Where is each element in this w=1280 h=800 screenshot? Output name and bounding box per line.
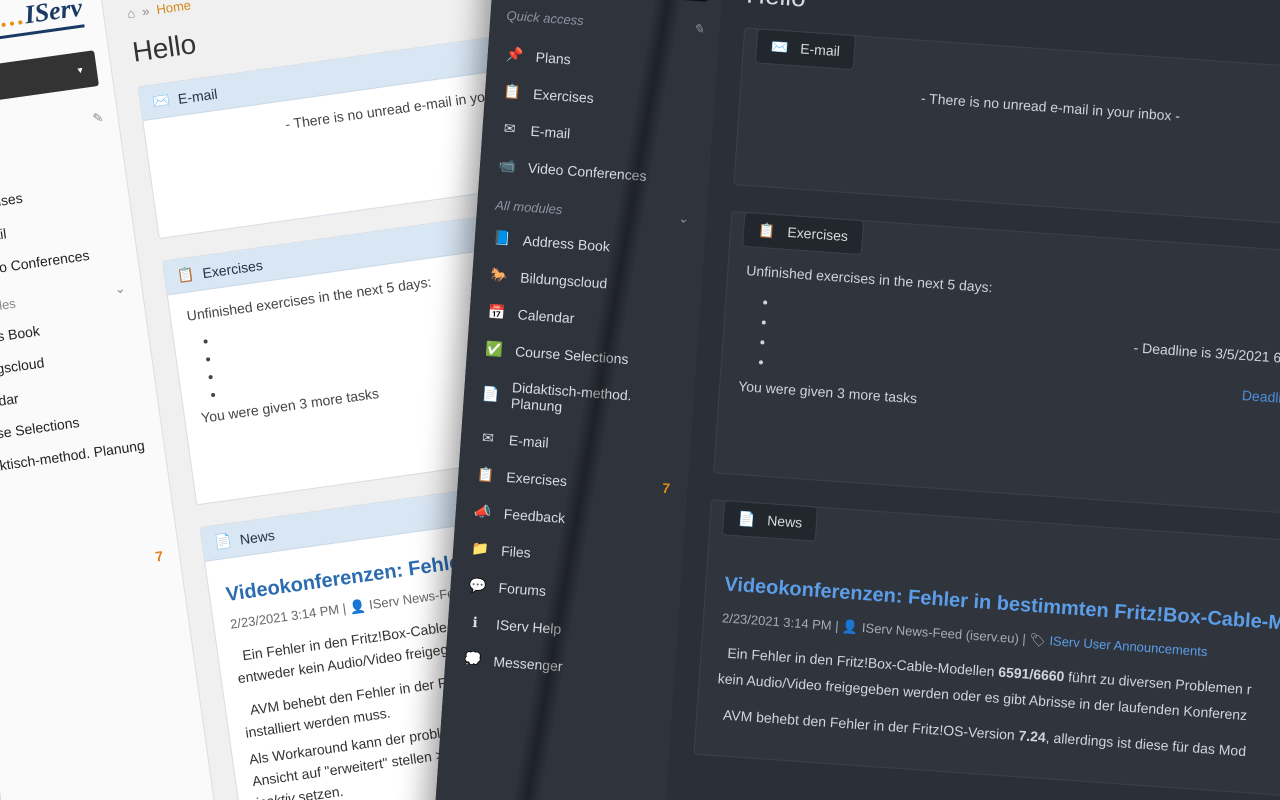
dark-content: ⌂ » Home Hello ✉️ E-mail - There is no u… (653, 0, 1280, 800)
edit-icon[interactable]: ✎ (92, 110, 105, 127)
exercises-icon: 📋 (503, 83, 522, 101)
plans-icon: 📌 (505, 46, 524, 64)
book-icon: 📘 (492, 229, 511, 247)
news-panel-header[interactable]: 📄 News (722, 501, 819, 542)
user-dropdown[interactable]: ▾ (507, 0, 711, 2)
chevron-down-icon: ▾ (77, 65, 84, 77)
edit-icon[interactable]: ✎ (693, 21, 705, 38)
check-icon: ✅ (485, 340, 504, 358)
feedback-icon: 📣 (473, 503, 492, 521)
comparison-stage: Deine Schule ....IServ ▾ Quick access ✎ … (0, 0, 1280, 800)
dark-theme-app: nightServ vbeta-210302#01 ℕNIGHTSERV ▾ Q… (423, 0, 1280, 800)
email-icon: ✉ (500, 120, 519, 138)
doc-icon: 📄 (482, 385, 501, 403)
email-panel-header[interactable]: ✉️ E-mail (755, 28, 856, 70)
mail-icon: ✉️ (152, 91, 172, 110)
clipboard-icon: 📋 (476, 466, 495, 484)
chevron-down-icon: ⌄ (677, 210, 689, 227)
news-icon: 📄 (214, 532, 234, 551)
exercises-panel: 📋 Exercises Unfinished exercises in the … (713, 211, 1280, 517)
mail-icon: ✉️ (771, 38, 790, 55)
help-icon: ℹ (466, 613, 485, 631)
email-icon: ✉ (478, 429, 497, 447)
breadcrumb-home[interactable]: Home (155, 0, 191, 17)
calendar-icon: 📅 (487, 303, 506, 321)
folder-icon: 📁 (471, 540, 490, 558)
clipboard-icon: 📋 (758, 222, 777, 239)
news-icon: 📄 (737, 511, 756, 528)
messenger-icon: 💭 (463, 650, 482, 668)
chevron-down-icon: ⌄ (113, 280, 126, 297)
home-icon[interactable]: ⌂ (126, 5, 136, 21)
exercises-badge: 7 (662, 479, 671, 496)
email-panel: ✉️ E-mail - There is no unread e-mail in… (733, 27, 1280, 228)
clipboard-icon: 📋 (176, 266, 196, 285)
video-icon: 📹 (498, 157, 517, 175)
cloud-icon: 🐎 (490, 266, 509, 284)
forums-icon: 💬 (468, 577, 487, 595)
news-panel: 📄 News Videokonferenzen: Fehler in besti… (693, 500, 1280, 798)
